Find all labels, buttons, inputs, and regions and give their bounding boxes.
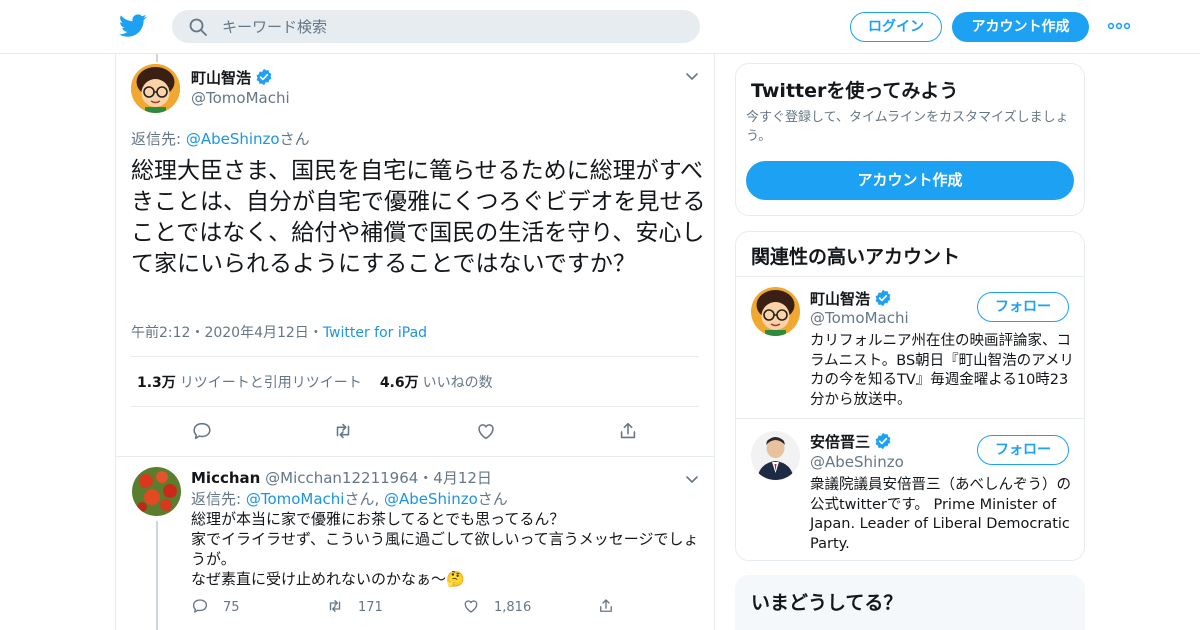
share-icon — [600, 599, 612, 612]
retweet-action[interactable]: 171 — [326, 597, 383, 615]
reply-to-line: 返信先: @TomoMachiさん, @AbeShinzoさん — [191, 490, 508, 508]
reply-icon[interactable] — [191, 420, 213, 442]
verified-badge-icon — [875, 432, 891, 450]
signup-button[interactable]: アカウント作成 — [952, 12, 1089, 42]
tweet-meta: 午前2:12・2020年4月12日・Twitter for iPad — [131, 322, 427, 342]
reply-author-handle[interactable]: @Micchan12211964 — [265, 469, 418, 487]
reply-author-name[interactable]: Micchan — [191, 469, 260, 487]
reply-text-line: 家でイライラせず、こういう風に過ごして欲しいって言うメッセージでしょうが。 — [191, 530, 699, 568]
follow-button[interactable]: フォロー — [977, 435, 1069, 465]
whats-happening-card: いまどうしてる？ — [735, 575, 1085, 630]
tweet-time[interactable]: 午前2:12 — [131, 325, 190, 341]
tweet-source-link[interactable]: Twitter for iPad — [323, 325, 427, 341]
chevron-down-icon[interactable] — [684, 471, 700, 487]
reply-text-line: 総理が本当に家で優雅にお茶してるとでも思ってるん？ — [191, 510, 565, 528]
account-bio: カリフォルニア州在住の映画評論家、コラムニスト。BS朝日『町山智浩のアメリカの今… — [810, 333, 1074, 408]
more-options-icon[interactable] — [1106, 18, 1132, 34]
account-name[interactable]: 安倍晋三 — [810, 433, 870, 451]
reply-icon — [192, 599, 208, 613]
card-title: Twitterを使ってみよう — [751, 80, 959, 102]
meta-separator: ・ — [308, 325, 323, 341]
like-icon — [464, 600, 478, 613]
login-button[interactable]: ログイン — [850, 12, 942, 42]
reply-header: Micchan @Micchan12211964・4月12日 — [191, 467, 492, 488]
share-action[interactable] — [597, 597, 629, 615]
share-icon[interactable] — [617, 420, 639, 442]
reply-text: 総理が本当に家で優雅にお茶してるとでも思ってるん？ 家でイライラせず、こういう風… — [191, 509, 701, 589]
main-column: 町山智浩 @TomoMachi 返信先: @AbeShinzoさん 総理大臣さま… — [115, 54, 715, 630]
tweet-date[interactable]: 2020年4月12日 — [204, 325, 308, 341]
twitter-bird-icon[interactable] — [119, 13, 147, 39]
card-title: 関連性の高いアカウント — [751, 246, 961, 268]
mention-link[interactable]: @AbeShinzo — [384, 490, 478, 508]
top-bar: ログイン アカウント作成 — [0, 0, 1200, 54]
verified-badge-icon — [875, 289, 891, 307]
reply-prefix: 返信先: — [131, 130, 186, 148]
related-accounts-card: 関連性の高いアカウント 町山智浩 @TomoMachi フォロー カリフォルニア… — [735, 231, 1085, 561]
card-description: 今すぐ登録して、タイムラインをカスタマイズしましょう。 — [746, 110, 1069, 144]
account-handle[interactable]: @AbeShinzo — [810, 453, 904, 471]
like-action[interactable]: 1,816 — [462, 597, 531, 615]
meta-separator: ・ — [190, 325, 205, 341]
author-name[interactable]: 町山智浩 — [191, 69, 251, 87]
account-item[interactable]: 安倍晋三 @AbeShinzo フォロー 衆議院議員安倍晋三（あべしんぞう）の公… — [736, 419, 1084, 559]
mention-link[interactable]: @AbeShinzo — [186, 130, 280, 148]
divider — [131, 406, 699, 407]
tweet-text: 総理大臣さま、国民を自宅に篭らせるために総理がすべきことは、自分が自宅で優雅にく… — [131, 158, 706, 277]
cartoon-avatar-icon — [131, 64, 180, 113]
portrait-avatar-icon — [751, 431, 800, 480]
like-icon[interactable] — [475, 420, 497, 442]
reply-text-line: なぜ素直に受け止めれないのかなぁ〜🤔 — [191, 570, 465, 588]
author-handle[interactable]: @TomoMachi — [191, 89, 290, 107]
retweet-icon[interactable] — [332, 420, 354, 442]
card-title: いまどうしてる？ — [751, 592, 903, 614]
retweet-icon — [329, 600, 341, 612]
thread-connector — [156, 54, 158, 62]
divider — [131, 356, 699, 357]
follow-button[interactable]: フォロー — [977, 292, 1069, 322]
verified-badge-icon — [256, 68, 272, 86]
thread-connector — [156, 521, 158, 630]
search-input[interactable] — [222, 10, 682, 43]
flower-avatar-icon — [132, 467, 181, 516]
avatar[interactable] — [751, 431, 800, 480]
reply-tweet[interactable]: Micchan @Micchan12211964・4月12日 返信先: @Tom… — [116, 456, 714, 630]
account-bio: 衆議院議員安倍晋三（あべしんぞう）の公式twitterです。 Prime Min… — [810, 477, 1071, 552]
mention-link[interactable]: @TomoMachi — [246, 490, 345, 508]
account-handle[interactable]: @TomoMachi — [810, 309, 909, 327]
signup-cta-button[interactable]: アカウント作成 — [746, 161, 1074, 200]
avatar[interactable] — [131, 64, 180, 113]
tweet-stats: 1.3万 リツイートと引用リツイート 4.6万 いいねの数 — [137, 372, 493, 392]
reply-to-line: 返信先: @AbeShinzoさん — [131, 128, 310, 149]
like-stat[interactable]: 4.6万 いいねの数 — [380, 375, 493, 391]
retweet-stat[interactable]: 1.3万 リツイートと引用リツイート — [137, 375, 362, 391]
avatar[interactable] — [751, 287, 800, 336]
account-name[interactable]: 町山智浩 — [810, 290, 870, 308]
search-bar[interactable] — [172, 10, 700, 43]
cartoon-avatar-icon — [751, 287, 800, 336]
reply-date[interactable]: ・4月12日 — [418, 469, 492, 487]
reply-action[interactable]: 75 — [191, 597, 240, 615]
reply-suffix: さん — [279, 130, 310, 148]
avatar[interactable] — [132, 467, 181, 516]
signup-card: Twitterを使ってみよう 今すぐ登録して、タイムラインをカスタマイズしましょ… — [735, 63, 1085, 216]
chevron-down-icon[interactable] — [684, 68, 700, 84]
search-icon — [189, 18, 207, 36]
